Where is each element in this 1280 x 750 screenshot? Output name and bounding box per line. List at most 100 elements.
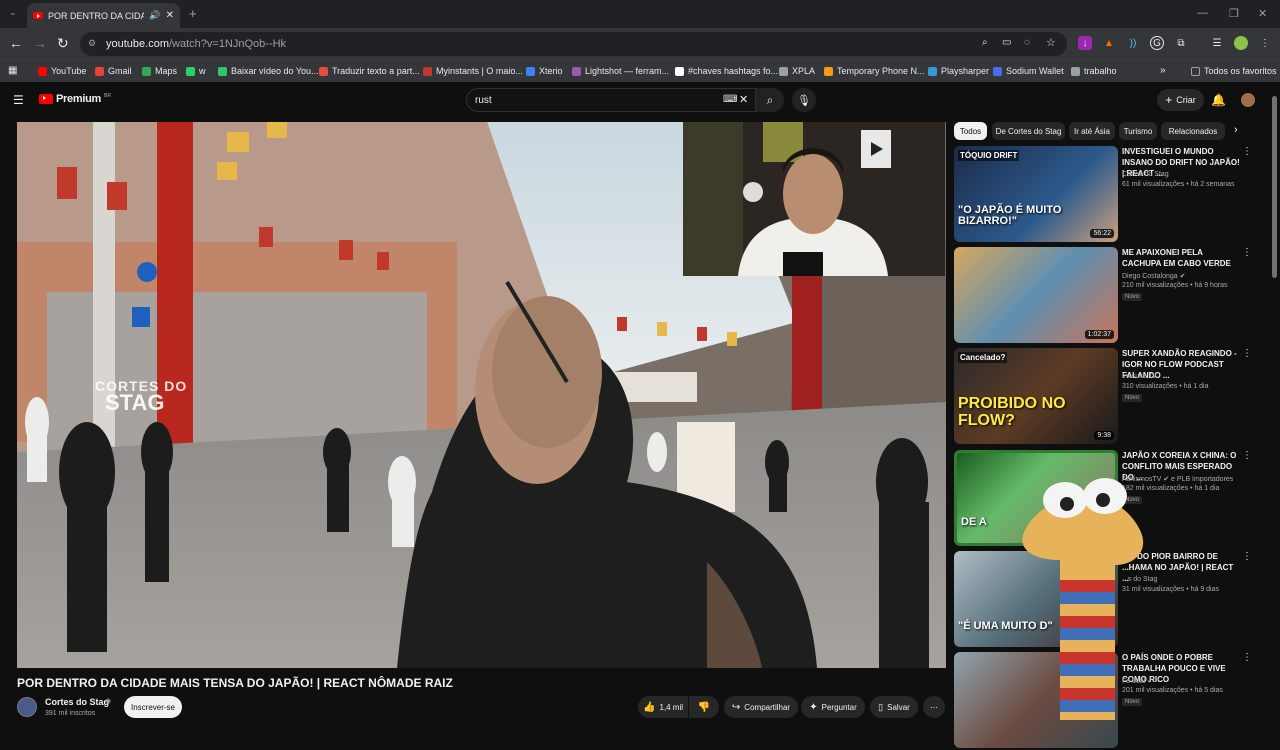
create-button[interactable]: + Criar <box>1157 89 1204 111</box>
save-button[interactable]: ▯ Salvar <box>870 696 918 718</box>
recommendation-more-icon[interactable]: ⋮ <box>1242 348 1252 359</box>
bookmark-item[interactable]: Gmail <box>95 66 132 76</box>
bookmark-item[interactable]: XPLA <box>779 66 815 76</box>
back-icon[interactable]: ← <box>9 36 23 50</box>
chip-turismo[interactable]: Turismo <box>1119 122 1157 140</box>
apps-grid-icon[interactable]: ▦ <box>8 65 17 76</box>
recommendation-more-icon[interactable]: ⋮ <box>1242 247 1252 258</box>
recommendation-more-icon[interactable]: ⋮ <box>1242 146 1252 157</box>
bookmark-item[interactable]: Playsharper <box>928 66 989 76</box>
recommendation-item[interactable]: Cancelado? PROIBIDO NO FLOW? 9:38 SUPER XAN… <box>954 348 1254 446</box>
bookmark-item[interactable]: Traduzir texto a part... <box>319 66 420 76</box>
recommendation-channel: Cortes do Stag <box>1122 171 1169 178</box>
reading-list-icon[interactable]: ☰ <box>1210 36 1224 50</box>
site-info-icon[interactable]: ⚙ <box>88 38 96 49</box>
ask-label: Perguntar <box>821 702 857 712</box>
search-button[interactable]: ⌕ <box>756 88 784 112</box>
keyboard-icon[interactable]: ⌨ <box>723 94 737 105</box>
more-actions-button[interactable]: ⋯ <box>923 696 945 718</box>
extensions-puzzle-icon[interactable]: ⧉ <box>1174 36 1188 50</box>
bookmark-favicon-icon <box>218 66 227 76</box>
bookmark-item[interactable]: Sodium Wallet <box>993 66 1064 76</box>
video-player[interactable]: CORTES DO STAG <box>17 122 946 668</box>
bookmark-item[interactable]: #chaves hashtags fo... <box>675 66 778 76</box>
bookmark-item[interactable]: Lightshot — ferram... <box>572 66 669 76</box>
tracking-icon[interactable]: ◌ <box>1024 37 1030 48</box>
extension-fox-icon[interactable]: ▲ <box>1102 36 1116 50</box>
reload-icon[interactable]: ↻ <box>57 36 69 50</box>
tab-close-icon[interactable]: ✕ <box>166 10 174 21</box>
bookmark-label: YouTube <box>51 66 87 76</box>
bookmarks-bar: ▦ YouTube Gmail Maps w Baixar vídeo do You..… <box>0 60 1280 82</box>
chips-next-icon[interactable]: › <box>1234 124 1238 136</box>
chip-de-cortes-do-stag[interactable]: De Cortes do Stag <box>992 122 1065 140</box>
account-avatar[interactable] <box>1241 93 1255 107</box>
new-tab-button[interactable]: + <box>189 6 197 21</box>
recommendation-thumbnail[interactable]: TÓQUIO DRIFT "O JAPÃO É MUITO BIZARRO!" 56… <box>954 146 1118 242</box>
recommendation-more-icon[interactable]: ⋮ <box>1242 652 1252 663</box>
bookmark-item[interactable]: Xterio <box>526 66 563 76</box>
search-input[interactable]: rust ⌨ ✕ <box>466 88 756 112</box>
zoom-icon[interactable]: ⌕ <box>982 37 988 48</box>
bookmark-item[interactable]: YouTube <box>38 66 86 76</box>
tab-search-icon[interactable]: ⌄ <box>9 7 17 18</box>
more-icon: ⋯ <box>930 702 938 712</box>
bookmark-star-icon[interactable]: ☆ <box>1046 36 1056 49</box>
recommendation-thumbnail[interactable]: 1:02:37 <box>954 247 1118 343</box>
share-button[interactable]: ↪ Compartilhar <box>724 696 798 718</box>
hamburger-menu-icon[interactable]: ☰ <box>13 93 24 107</box>
minimize-icon[interactable]: — <box>1197 7 1208 19</box>
close-window-icon[interactable]: ✕ <box>1258 7 1267 20</box>
bookmarks-overflow-icon[interactable]: » <box>1160 65 1166 76</box>
channel-name[interactable]: Cortes do Stag <box>45 697 109 707</box>
restore-icon[interactable]: ❐ <box>1229 7 1239 20</box>
channel-row: Cortes do Stag ◉ 391 mil inscritos Inscr… <box>17 695 946 720</box>
channel-avatar[interactable] <box>17 697 37 717</box>
like-button[interactable]: 👍 1,4 mil <box>638 696 688 718</box>
like-count: 1,4 mil <box>659 702 683 712</box>
voice-search-button[interactable]: 🎙 <box>792 88 816 112</box>
youtube-favicon-icon <box>33 12 43 19</box>
youtube-premium-logo[interactable]: Premium BR <box>39 93 111 105</box>
audio-icon[interactable]: 🔊 <box>149 10 160 21</box>
bookmark-item[interactable]: Myinstants | O maio... <box>423 66 523 76</box>
chip-ir-ate-asia[interactable]: Ir até Ásia <box>1069 122 1115 140</box>
recommendation-more-icon[interactable]: ⋮ <box>1242 551 1252 562</box>
page-scrollbar[interactable] <box>1272 96 1277 278</box>
profile-avatar[interactable] <box>1234 36 1248 50</box>
bookmark-item[interactable]: trabalho <box>1071 66 1117 76</box>
chip-todos[interactable]: Todos <box>954 122 987 140</box>
bookmark-favicon-icon <box>319 66 328 76</box>
bookmark-item[interactable]: Temporary Phone N... <box>824 66 925 76</box>
extension-g-icon[interactable]: G <box>1150 36 1164 50</box>
browser-toolbar: ← → ↻ ⚙ youtube.com/watch?v=1NJnQob--Hk … <box>0 28 1280 60</box>
bookmark-item[interactable]: Baixar vídeo do You... <box>218 66 319 76</box>
dislike-button[interactable]: 👎 <box>689 696 719 718</box>
recommendation-thumbnail[interactable]: Cancelado? PROIBIDO NO FLOW? 9:38 <box>954 348 1118 444</box>
extension-download-icon[interactable]: ↓ <box>1078 36 1092 50</box>
ask-button[interactable]: ✦ Perguntar <box>801 696 865 718</box>
extension-voice-icon[interactable]: )) <box>1126 36 1140 50</box>
chip-relacionados[interactable]: Relacionados <box>1161 122 1225 140</box>
watermark-bottom-text: STAG <box>105 390 165 415</box>
browser-tab[interactable]: POR DENTRO DA CIDADE MAIS TENSA DO JAPÃO… <box>27 3 180 28</box>
recommendation-more-icon[interactable]: ⋮ <box>1242 450 1252 461</box>
recommendation-item[interactable]: TÓQUIO DRIFT "O JAPÃO É MUITO BIZARRO!" 56… <box>954 146 1254 244</box>
browser-menu-icon[interactable]: ⋮ <box>1258 36 1272 50</box>
address-bar[interactable]: ⚙ youtube.com/watch?v=1NJnQob--Hk ⌕ ▭ ◌ … <box>80 32 1067 56</box>
recommendation-item[interactable]: 1:02:37 ME APAIXONEI PELA CACHUPA EM CABO… <box>954 247 1254 345</box>
search-icon: ⌕ <box>766 92 774 107</box>
cast-icon[interactable]: ▭ <box>1002 37 1011 48</box>
bookmark-item[interactable]: Maps <box>142 66 177 76</box>
all-bookmarks-folder[interactable]: Todos os favoritos <box>1191 66 1277 76</box>
bookmark-label: Xterio <box>539 66 563 76</box>
bookmark-label: Temporary Phone N... <box>837 66 925 76</box>
subscribe-button[interactable]: Inscrever-se <box>124 696 182 718</box>
forward-icon[interactable]: → <box>33 36 47 50</box>
bookmark-favicon-icon <box>95 66 104 76</box>
notifications-bell-icon[interactable]: 🔔 <box>1211 93 1226 107</box>
filter-chips: Todos De Cortes do Stag Ir até Ásia Turi… <box>954 122 1244 140</box>
clear-search-icon[interactable]: ✕ <box>739 93 748 106</box>
bookmark-item[interactable]: w <box>186 66 206 76</box>
bookmark-label: Baixar vídeo do You... <box>231 66 319 76</box>
